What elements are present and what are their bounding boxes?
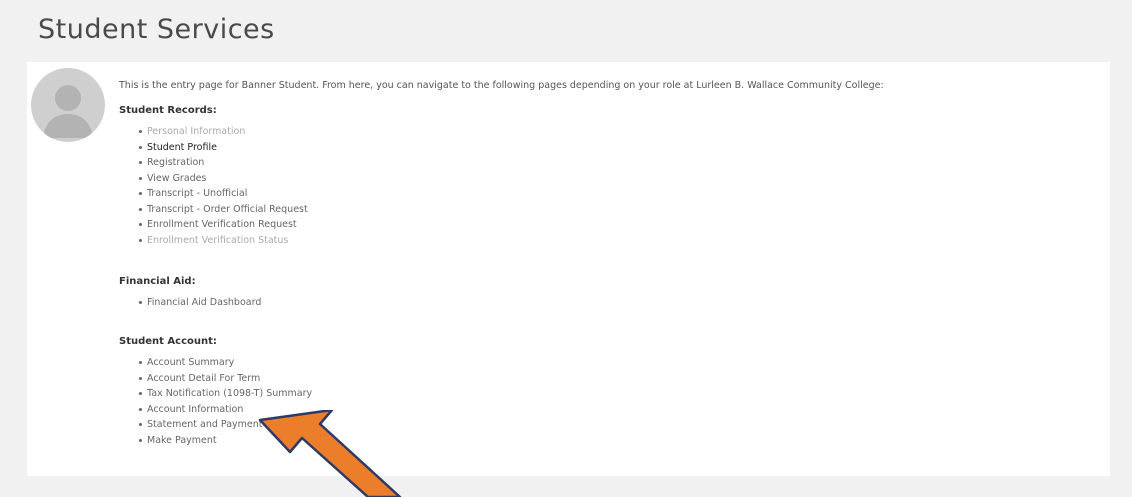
user-avatar-icon xyxy=(31,68,105,142)
arrow-pointer-icon xyxy=(258,410,402,497)
financial-aid-list: Financial Aid Dashboard xyxy=(119,295,261,311)
link-personal-information[interactable]: Personal Information xyxy=(119,124,308,140)
link-registration[interactable]: Registration xyxy=(119,155,308,171)
link-tax-notification-summary[interactable]: Tax Notification (1098-T) Summary xyxy=(119,386,312,402)
link-view-grades[interactable]: View Grades xyxy=(119,171,308,187)
section-title-financial-aid: Financial Aid: xyxy=(119,276,196,287)
student-records-list: Personal Information Student Profile Reg… xyxy=(119,124,308,248)
section-title-student-account: Student Account: xyxy=(119,336,217,347)
link-enrollment-verification-status[interactable]: Enrollment Verification Status xyxy=(119,233,308,249)
link-transcript-order-official[interactable]: Transcript - Order Official Request xyxy=(119,202,308,218)
link-transcript-unofficial[interactable]: Transcript - Unofficial xyxy=(119,186,308,202)
section-title-student-records: Student Records: xyxy=(119,105,217,116)
link-enrollment-verification-request[interactable]: Enrollment Verification Request xyxy=(119,217,308,233)
link-student-profile[interactable]: Student Profile xyxy=(119,140,308,156)
link-account-detail-for-term[interactable]: Account Detail For Term xyxy=(119,371,312,387)
link-account-summary[interactable]: Account Summary xyxy=(119,355,312,371)
content-panel: This is the entry page for Banner Studen… xyxy=(27,62,1110,476)
student-services-page: Student Services This is the entry page … xyxy=(0,0,1132,497)
link-financial-aid-dashboard[interactable]: Financial Aid Dashboard xyxy=(119,295,261,311)
intro-text: This is the entry page for Banner Studen… xyxy=(119,80,884,91)
page-title: Student Services xyxy=(38,14,275,45)
student-records-section: Student Records: Personal Information St… xyxy=(119,105,308,248)
content-body: This is the entry page for Banner Studen… xyxy=(119,80,1099,446)
financial-aid-section: Financial Aid: Financial Aid Dashboard xyxy=(119,276,261,311)
